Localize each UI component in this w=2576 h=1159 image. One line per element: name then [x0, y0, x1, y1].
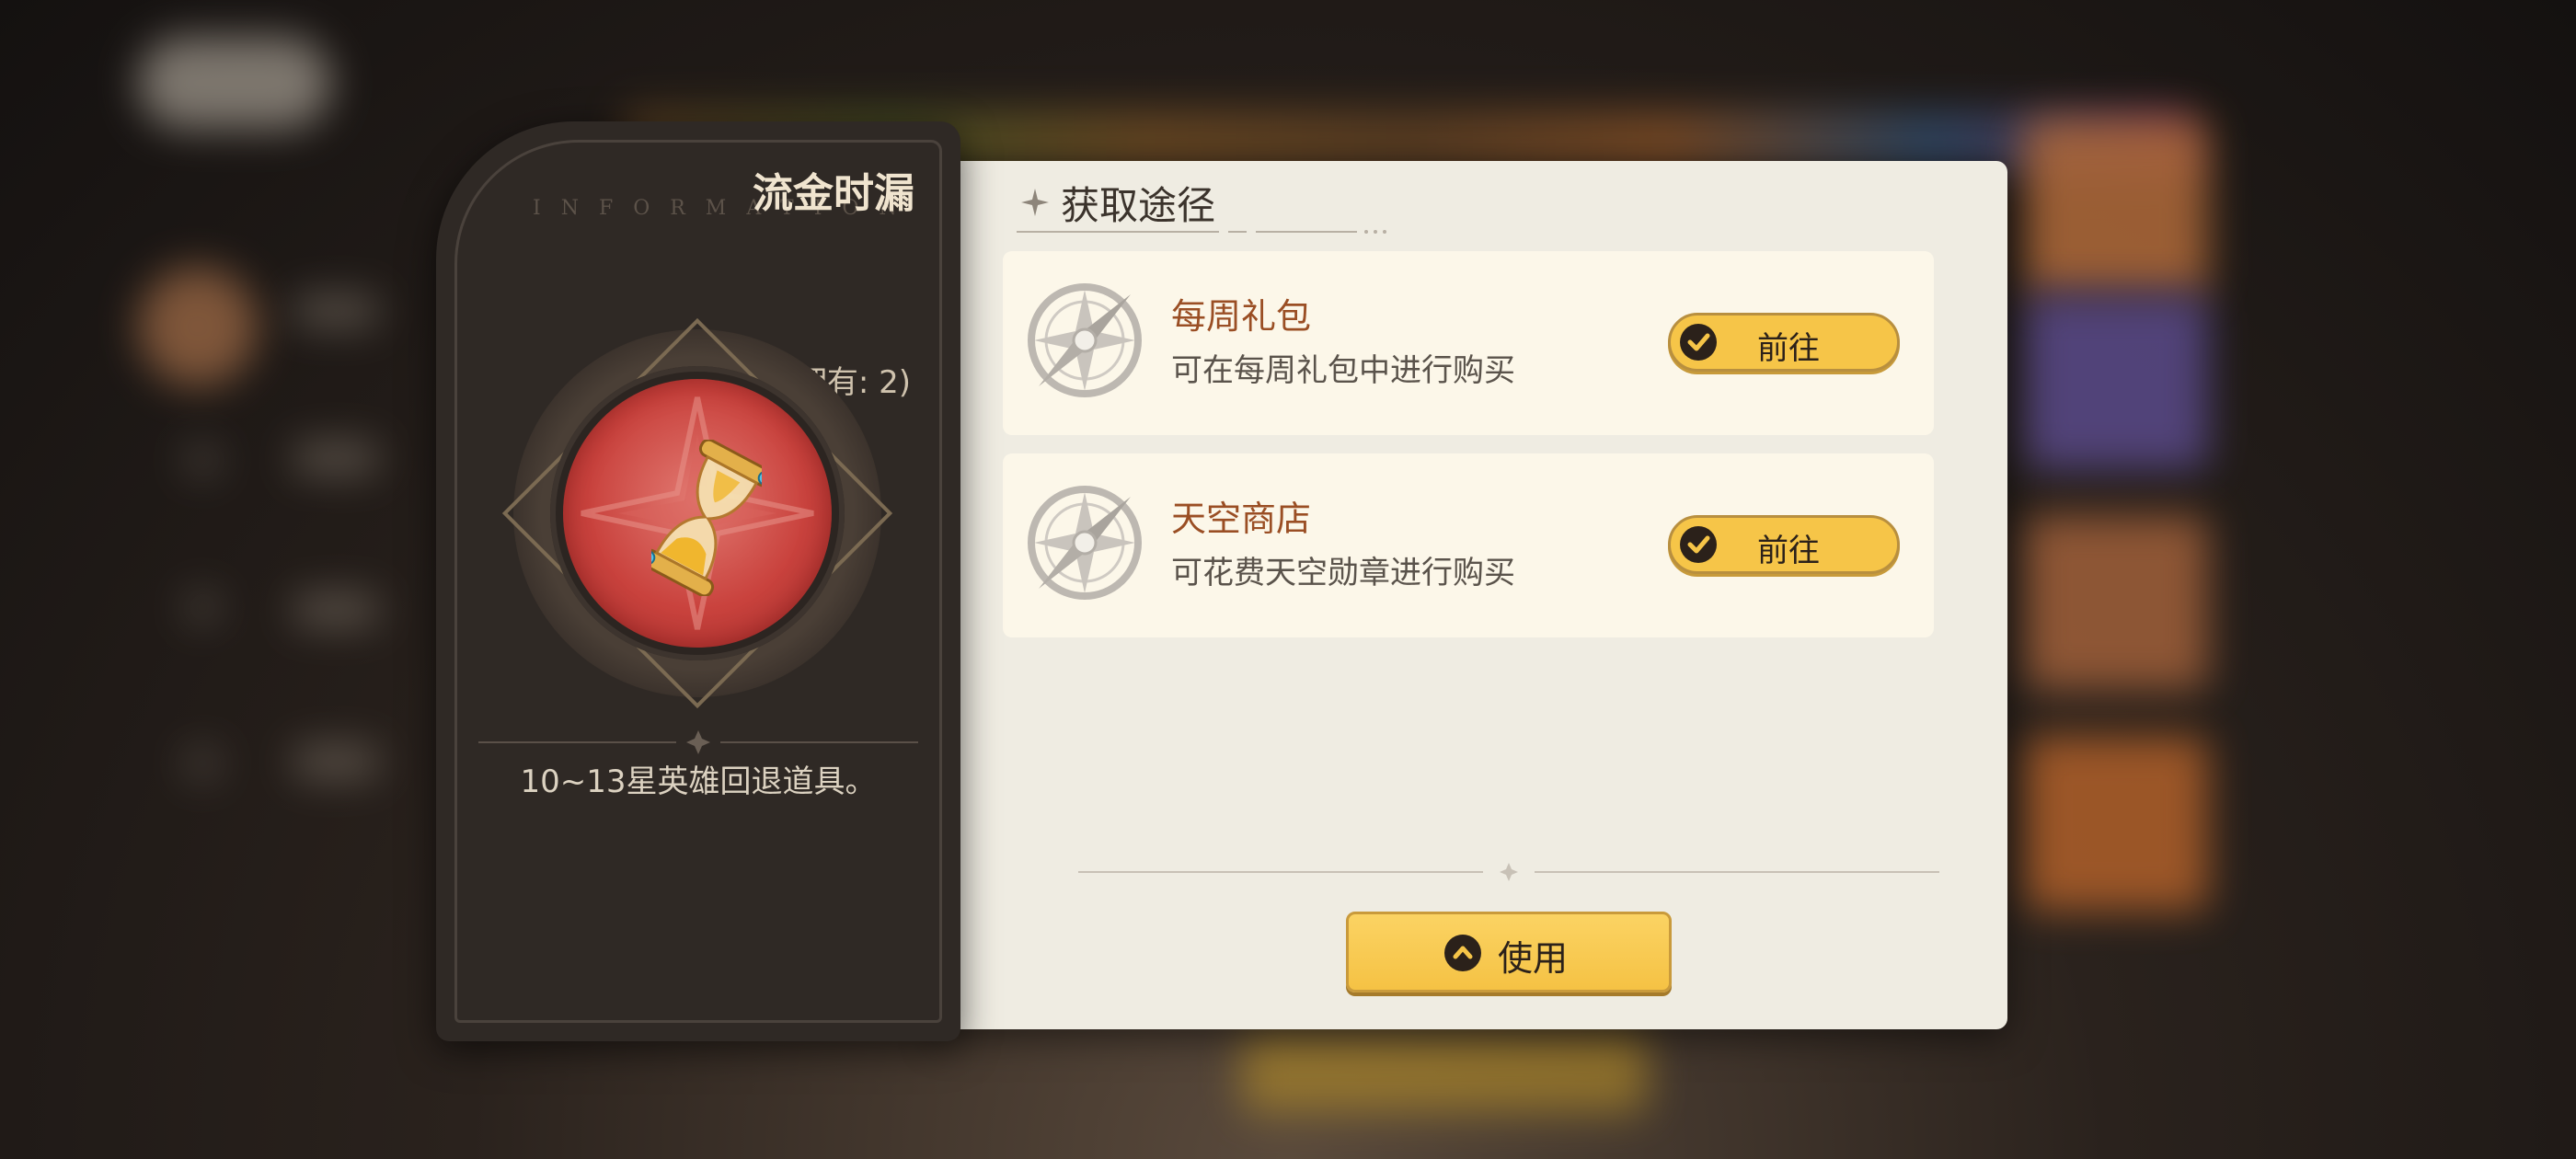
bg-back-button: [138, 37, 331, 129]
bg-item-card: [2024, 120, 2208, 294]
source-card-sky-shop: 天空商店 可花费天空勋章进行购买 前往: [1003, 453, 1934, 637]
compass-icon: [1028, 283, 1142, 397]
goto-button-label: 前往: [1757, 533, 1820, 569]
bottom-divider: [1078, 863, 1939, 881]
goto-button-label: 前往: [1757, 330, 1820, 367]
check-icon: [1680, 324, 1717, 361]
sources-title: 获取途径: [1061, 183, 1216, 228]
check-icon: [1680, 526, 1717, 563]
goto-button-weekly-pack[interactable]: 前往: [1668, 313, 1900, 372]
source-name: 天空商店: [1171, 499, 1312, 539]
title-underline: [1017, 230, 1386, 234]
hourglass-icon: [651, 440, 762, 596]
bg-menu-label: [294, 294, 377, 327]
source-card-weekly-pack: 每周礼包 可在每周礼包中进行购买 前往: [1003, 251, 1934, 435]
bg-menu-label: [294, 593, 377, 626]
bg-button: [1242, 1030, 1647, 1113]
use-button[interactable]: 使用: [1346, 912, 1672, 993]
sparkle-icon: [1021, 189, 1049, 216]
bg-menu-dot: [184, 442, 221, 478]
item-icon-frame: [501, 317, 893, 709]
item-name: 流金时漏: [753, 170, 914, 217]
use-button-label: 使用: [1498, 938, 1569, 979]
item-info-panel: INFORMATION 流金时漏 (拥有: 2) 10~13星英雄回退道具。: [436, 121, 960, 1041]
bg-menu-label: [294, 745, 377, 778]
source-description: 可在每周礼包中进行购买: [1171, 352, 1515, 389]
bg-item-card: [2024, 515, 2208, 690]
compass-icon: [1028, 486, 1142, 600]
bg-avatar: [138, 267, 258, 386]
bg-menu-dot: [184, 589, 221, 625]
info-divider: [478, 730, 918, 754]
item-description: 10~13星英雄回退道具。: [520, 763, 877, 800]
source-name: 每周礼包: [1171, 296, 1312, 337]
chevron-up-icon: [1444, 935, 1481, 971]
source-description: 可花费天空勋章进行购买: [1171, 555, 1515, 591]
sources-panel: 获取途径 每周礼包 可在每周礼包中进行购买 前往 天空商店 可花费天空勋章进行购…: [938, 161, 2007, 1029]
bg-item-card: [2024, 294, 2208, 469]
bg-menu-dot: [184, 745, 221, 782]
bg-menu-label: [294, 442, 377, 475]
bg-item-card: [2024, 736, 2208, 911]
goto-button-sky-shop[interactable]: 前往: [1668, 515, 1900, 574]
